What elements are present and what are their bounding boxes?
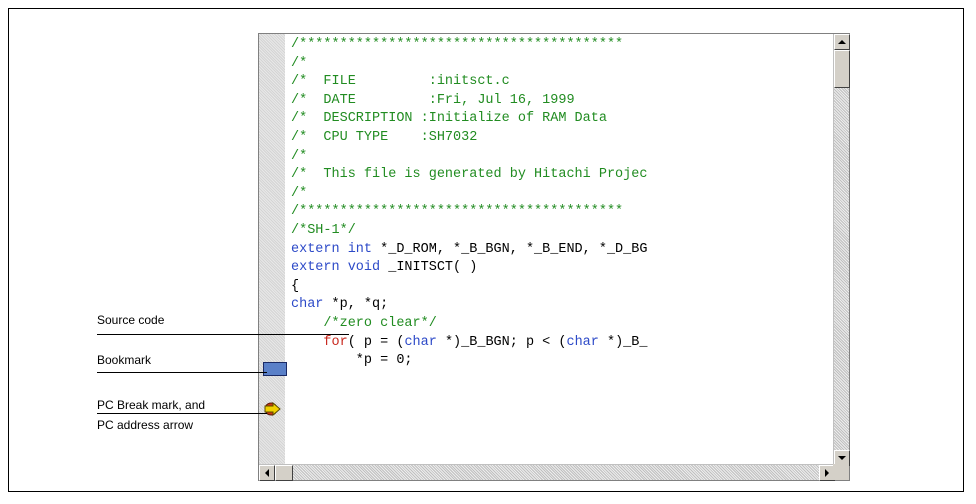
code-line[interactable]: /* <box>291 55 819 74</box>
callout-source-code-label: Source code <box>97 313 165 327</box>
code-token: /***************************************… <box>291 204 624 220</box>
code-token: /* <box>291 185 308 201</box>
horizontal-scroll-thumb[interactable] <box>275 465 293 481</box>
code-token: char <box>291 297 324 313</box>
code-line[interactable]: extern int *_D_ROM, *_B_BGN, *_B_END, *_… <box>291 241 819 260</box>
code-token: /* CPU TYPE :SH7032 <box>291 129 478 145</box>
code-line[interactable]: /*zero clear*/ <box>291 315 819 334</box>
code-token: /*zero clear*/ <box>291 315 437 331</box>
code-token: *p, *q; <box>323 297 389 313</box>
code-token: /***************************************… <box>291 37 624 52</box>
callout-bookmark-line <box>97 372 267 373</box>
callout-source-code-line <box>97 334 349 335</box>
code-token: ( p = ( <box>347 334 405 350</box>
arrow-up-icon <box>838 40 846 44</box>
scroll-up-button[interactable] <box>834 34 850 50</box>
code-token: *p = 0; <box>291 353 413 369</box>
callout-pc-break-label-line1: PC Break mark, and <box>97 398 206 412</box>
code-line[interactable]: /* This file is generated by Hitachi Pro… <box>291 166 819 185</box>
code-line[interactable]: /* DATE :Fri, Jul 16, 1999 <box>291 92 819 111</box>
code-token: char <box>566 334 599 350</box>
code-line[interactable]: extern void _INITSCT( ) <box>291 259 819 278</box>
arrow-right-icon <box>825 469 829 477</box>
code-token: _INITSCT( ) <box>380 260 478 276</box>
code-line[interactable]: /* FILE :initsct.c <box>291 73 819 92</box>
code-line[interactable]: char *p, *q; <box>291 296 819 315</box>
code-token: *)_B_BGN; p < ( <box>436 334 567 350</box>
vertical-scrollbar[interactable] <box>833 34 850 466</box>
code-line[interactable]: /***************************************… <box>291 36 819 55</box>
arrow-down-icon <box>838 456 846 460</box>
source-code-area[interactable]: /***************************************… <box>291 36 819 464</box>
code-token: /* FILE :initsct.c <box>291 74 510 90</box>
code-token: { <box>291 278 300 294</box>
code-line[interactable]: { <box>291 278 819 297</box>
callout-bookmark-label: Bookmark <box>97 353 152 367</box>
source-editor-window[interactable]: /***************************************… <box>258 33 850 481</box>
arrow-left-icon <box>265 469 269 477</box>
scroll-left-button[interactable] <box>259 465 275 481</box>
code-token: *_D_ROM, *_B_BGN, *_B_END, *_D_BG <box>372 241 648 257</box>
code-token: /* DATE :Fri, Jul 16, 1999 <box>291 92 575 108</box>
scrollbar-corner <box>833 464 849 480</box>
code-line[interactable]: /* <box>291 185 819 204</box>
code-line[interactable]: /***************************************… <box>291 203 819 222</box>
bookmark-icon[interactable] <box>263 362 287 376</box>
vertical-scroll-thumb[interactable] <box>834 50 850 88</box>
code-token: *)_B_ <box>598 334 648 350</box>
code-line[interactable]: *p = 0; <box>291 352 819 371</box>
code-token: /* <box>291 148 308 164</box>
code-token: for <box>323 334 348 350</box>
code-token: /*SH-1*/ <box>291 222 356 238</box>
code-line[interactable]: /* DESCRIPTION :Initialize of RAM Data <box>291 110 819 129</box>
code-line[interactable]: /*SH-1*/ <box>291 222 819 241</box>
code-token: char <box>404 334 437 350</box>
code-line[interactable]: for( p = (char *)_B_BGN; p < (char *)_B_ <box>291 334 819 353</box>
callout-pc-break-label-line2: PC address arrow <box>97 418 194 432</box>
code-line[interactable]: /* <box>291 148 819 167</box>
code-token: extern void <box>291 260 381 276</box>
code-token: /* <box>291 55 308 71</box>
code-token: /* This file is generated by Hitachi Pro… <box>291 167 648 183</box>
code-line[interactable]: /* CPU TYPE :SH7032 <box>291 129 819 148</box>
pc-break-arrow-icon[interactable] <box>262 400 284 418</box>
code-token: /* DESCRIPTION :Initialize of RAM Data <box>291 111 607 127</box>
callout-pc-break-line <box>97 413 267 414</box>
horizontal-scrollbar[interactable] <box>259 464 835 481</box>
code-token: extern int <box>291 241 373 257</box>
